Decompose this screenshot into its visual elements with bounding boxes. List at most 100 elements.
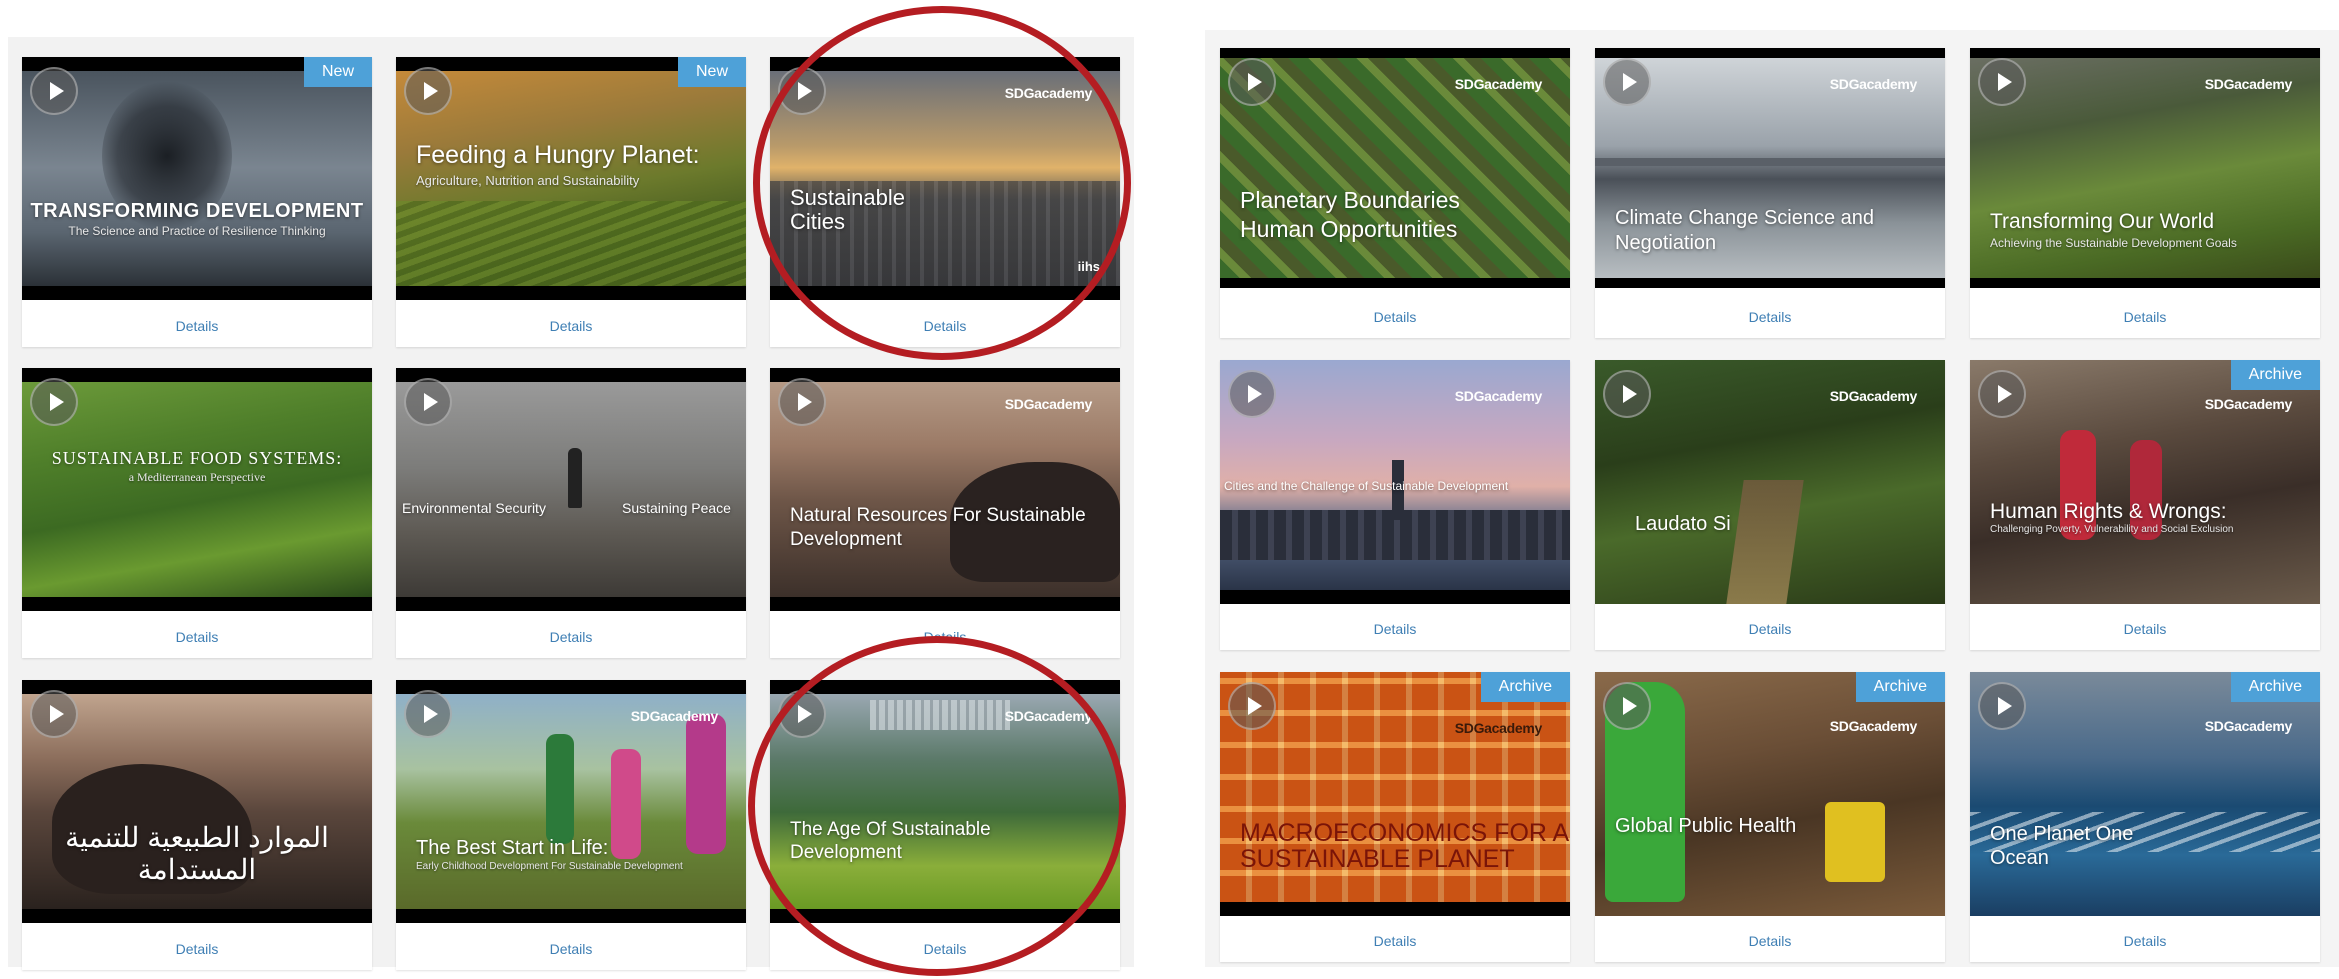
sdg-academy-logo: SDGacademy: [2204, 396, 2293, 412]
play-icon[interactable]: [1228, 682, 1276, 730]
details-link[interactable]: Details: [22, 305, 372, 347]
partner-logo: iihs: [1077, 259, 1100, 274]
play-icon[interactable]: [404, 378, 452, 426]
course-thumbnail[interactable]: MACROECONOMICS FOR A SUSTAINABLE PLANET …: [1220, 672, 1570, 916]
details-link[interactable]: Details: [1220, 920, 1570, 962]
play-icon[interactable]: [1603, 682, 1651, 730]
course-card[interactable]: Human Rights & Wrongs: Challenging Pover…: [1970, 360, 2320, 650]
play-icon[interactable]: [778, 690, 826, 738]
course-card[interactable]: Laudato Si SDGacademy Details: [1595, 360, 1945, 650]
status-badge: New: [677, 57, 746, 87]
course-title: Human Rights & Wrongs:: [1990, 500, 2227, 523]
course-title: Laudato Si: [1635, 513, 1731, 535]
sdg-academy-logo: SDGacademy: [2204, 76, 2293, 92]
course-card[interactable]: Climate Change Science and Negotiation S…: [1595, 48, 1945, 338]
play-icon[interactable]: [404, 690, 452, 738]
course-thumbnail[interactable]: الموارد الطبيعية للتنمية المستدامة: [22, 680, 372, 923]
play-icon[interactable]: [778, 378, 826, 426]
details-link[interactable]: Details: [1220, 608, 1570, 650]
course-card[interactable]: الموارد الطبيعية للتنمية المستدامة Detai…: [22, 680, 372, 970]
course-card[interactable]: The Age Of Sustainable Development SDGac…: [770, 680, 1120, 970]
course-card[interactable]: Feeding a Hungry Planet: Agriculture, Nu…: [396, 57, 746, 347]
course-title: Feeding a Hungry Planet:: [416, 141, 700, 169]
details-link[interactable]: Details: [1595, 608, 1945, 650]
status-badge: Archive: [2230, 360, 2320, 390]
course-thumbnail[interactable]: Global Public Health SDGacademy Archive: [1595, 672, 1945, 916]
course-thumbnail[interactable]: TRANSFORMING DEVELOPMENT The Science and…: [22, 57, 372, 300]
course-card[interactable]: Cities and the Challenge of Sustainable …: [1220, 360, 1570, 650]
details-link[interactable]: Details: [770, 305, 1120, 347]
sdg-academy-logo: SDGacademy: [1004, 85, 1093, 101]
child-figure: [546, 734, 574, 844]
course-thumbnail[interactable]: Cities and the Challenge of Sustainable …: [1220, 360, 1570, 604]
details-link[interactable]: Details: [1970, 608, 2320, 650]
details-link[interactable]: Details: [22, 928, 372, 970]
sdg-academy-logo: SDGacademy: [1454, 388, 1543, 404]
course-thumbnail[interactable]: One Planet One Ocean SDGacademy Archive: [1970, 672, 2320, 916]
course-card[interactable]: SUSTAINABLE FOOD SYSTEMS: a Mediterranea…: [22, 368, 372, 658]
details-link[interactable]: Details: [1220, 296, 1570, 338]
course-card[interactable]: Global Public Health SDGacademy Archive …: [1595, 672, 1945, 962]
course-thumbnail[interactable]: Environmental Security Sustaining Peace: [396, 368, 746, 611]
course-card[interactable]: The Best Start in Life: Early Childhood …: [396, 680, 746, 970]
course-card[interactable]: One Planet One Ocean SDGacademy Archive …: [1970, 672, 2320, 962]
play-icon[interactable]: [1603, 58, 1651, 106]
course-thumbnail[interactable]: Human Rights & Wrongs: Challenging Pover…: [1970, 360, 2320, 604]
course-title-secondary: Sustaining Peace: [622, 500, 731, 516]
course-thumbnail[interactable]: Feeding a Hungry Planet: Agriculture, Nu…: [396, 57, 746, 300]
details-link[interactable]: Details: [1595, 296, 1945, 338]
course-grid-left: TRANSFORMING DEVELOPMENT The Science and…: [8, 37, 1134, 970]
course-thumbnail[interactable]: Laudato Si SDGacademy: [1595, 360, 1945, 604]
course-title: The Best Start in Life:: [416, 837, 609, 859]
water-line: [1595, 158, 1945, 166]
course-thumbnail[interactable]: Climate Change Science and Negotiation S…: [1595, 48, 1945, 288]
details-link[interactable]: Details: [1595, 920, 1945, 962]
course-card[interactable]: Environmental Security Sustaining Peace …: [396, 368, 746, 658]
course-title: Cities and the Challenge of Sustainable …: [1224, 479, 1509, 493]
details-link[interactable]: Details: [396, 616, 746, 658]
play-icon[interactable]: [30, 378, 78, 426]
details-link[interactable]: Details: [22, 616, 372, 658]
play-icon[interactable]: [1978, 58, 2026, 106]
course-card[interactable]: Sustainable Cities iihs SDGacademy Detai…: [770, 57, 1120, 347]
course-thumbnail[interactable]: The Age Of Sustainable Development SDGac…: [770, 680, 1120, 923]
course-card[interactable]: MACROECONOMICS FOR A SUSTAINABLE PLANET …: [1220, 672, 1570, 962]
course-title: Transforming Our World: [1990, 210, 2215, 233]
details-link[interactable]: Details: [1970, 296, 2320, 338]
course-card[interactable]: Transforming Our World Achieving the Sus…: [1970, 48, 2320, 338]
course-thumbnail[interactable]: The Best Start in Life: Early Childhood …: [396, 680, 746, 923]
details-link[interactable]: Details: [1970, 920, 2320, 962]
course-thumbnail[interactable]: Natural Resources For Sustainable Develo…: [770, 368, 1120, 611]
course-title: Climate Change Science and Negotiation: [1615, 207, 1875, 254]
course-thumbnail[interactable]: Sustainable Cities iihs SDGacademy: [770, 57, 1120, 300]
course-subtitle: Early Childhood Development For Sustaina…: [416, 861, 683, 872]
play-icon[interactable]: [30, 67, 78, 115]
play-icon[interactable]: [1228, 370, 1276, 418]
course-title: One Planet One Ocean: [1990, 823, 2134, 869]
course-thumbnail[interactable]: SUSTAINABLE FOOD SYSTEMS: a Mediterranea…: [22, 368, 372, 611]
course-thumbnail[interactable]: Planetary Boundaries Human Opportunities…: [1220, 48, 1570, 288]
course-card[interactable]: Planetary Boundaries Human Opportunities…: [1220, 48, 1570, 338]
course-title: Environmental Security: [402, 500, 546, 516]
details-link[interactable]: Details: [396, 305, 746, 347]
status-badge: New: [303, 57, 372, 87]
course-title: Natural Resources For Sustainable Develo…: [790, 505, 1086, 550]
course-thumbnail[interactable]: Transforming Our World Achieving the Sus…: [1970, 48, 2320, 288]
details-link[interactable]: Details: [770, 616, 1120, 658]
details-link[interactable]: Details: [770, 928, 1120, 970]
course-card[interactable]: TRANSFORMING DEVELOPMENT The Science and…: [22, 57, 372, 347]
play-icon[interactable]: [30, 690, 78, 738]
play-icon[interactable]: [778, 67, 826, 115]
course-card[interactable]: Natural Resources For Sustainable Develo…: [770, 368, 1120, 658]
details-link[interactable]: Details: [396, 928, 746, 970]
play-icon[interactable]: [1603, 370, 1651, 418]
play-icon[interactable]: [1228, 58, 1276, 106]
child-figure: [611, 749, 641, 859]
play-icon[interactable]: [1978, 682, 2026, 730]
sdg-academy-logo: SDGacademy: [1829, 718, 1918, 734]
course-subtitle: Challenging Poverty, Vulnerability and S…: [1990, 524, 2234, 535]
play-icon[interactable]: [1978, 370, 2026, 418]
play-icon[interactable]: [404, 67, 452, 115]
sdg-academy-logo: SDGacademy: [630, 708, 719, 724]
course-title: الموارد الطبيعية للتنمية المستدامة: [65, 822, 329, 885]
